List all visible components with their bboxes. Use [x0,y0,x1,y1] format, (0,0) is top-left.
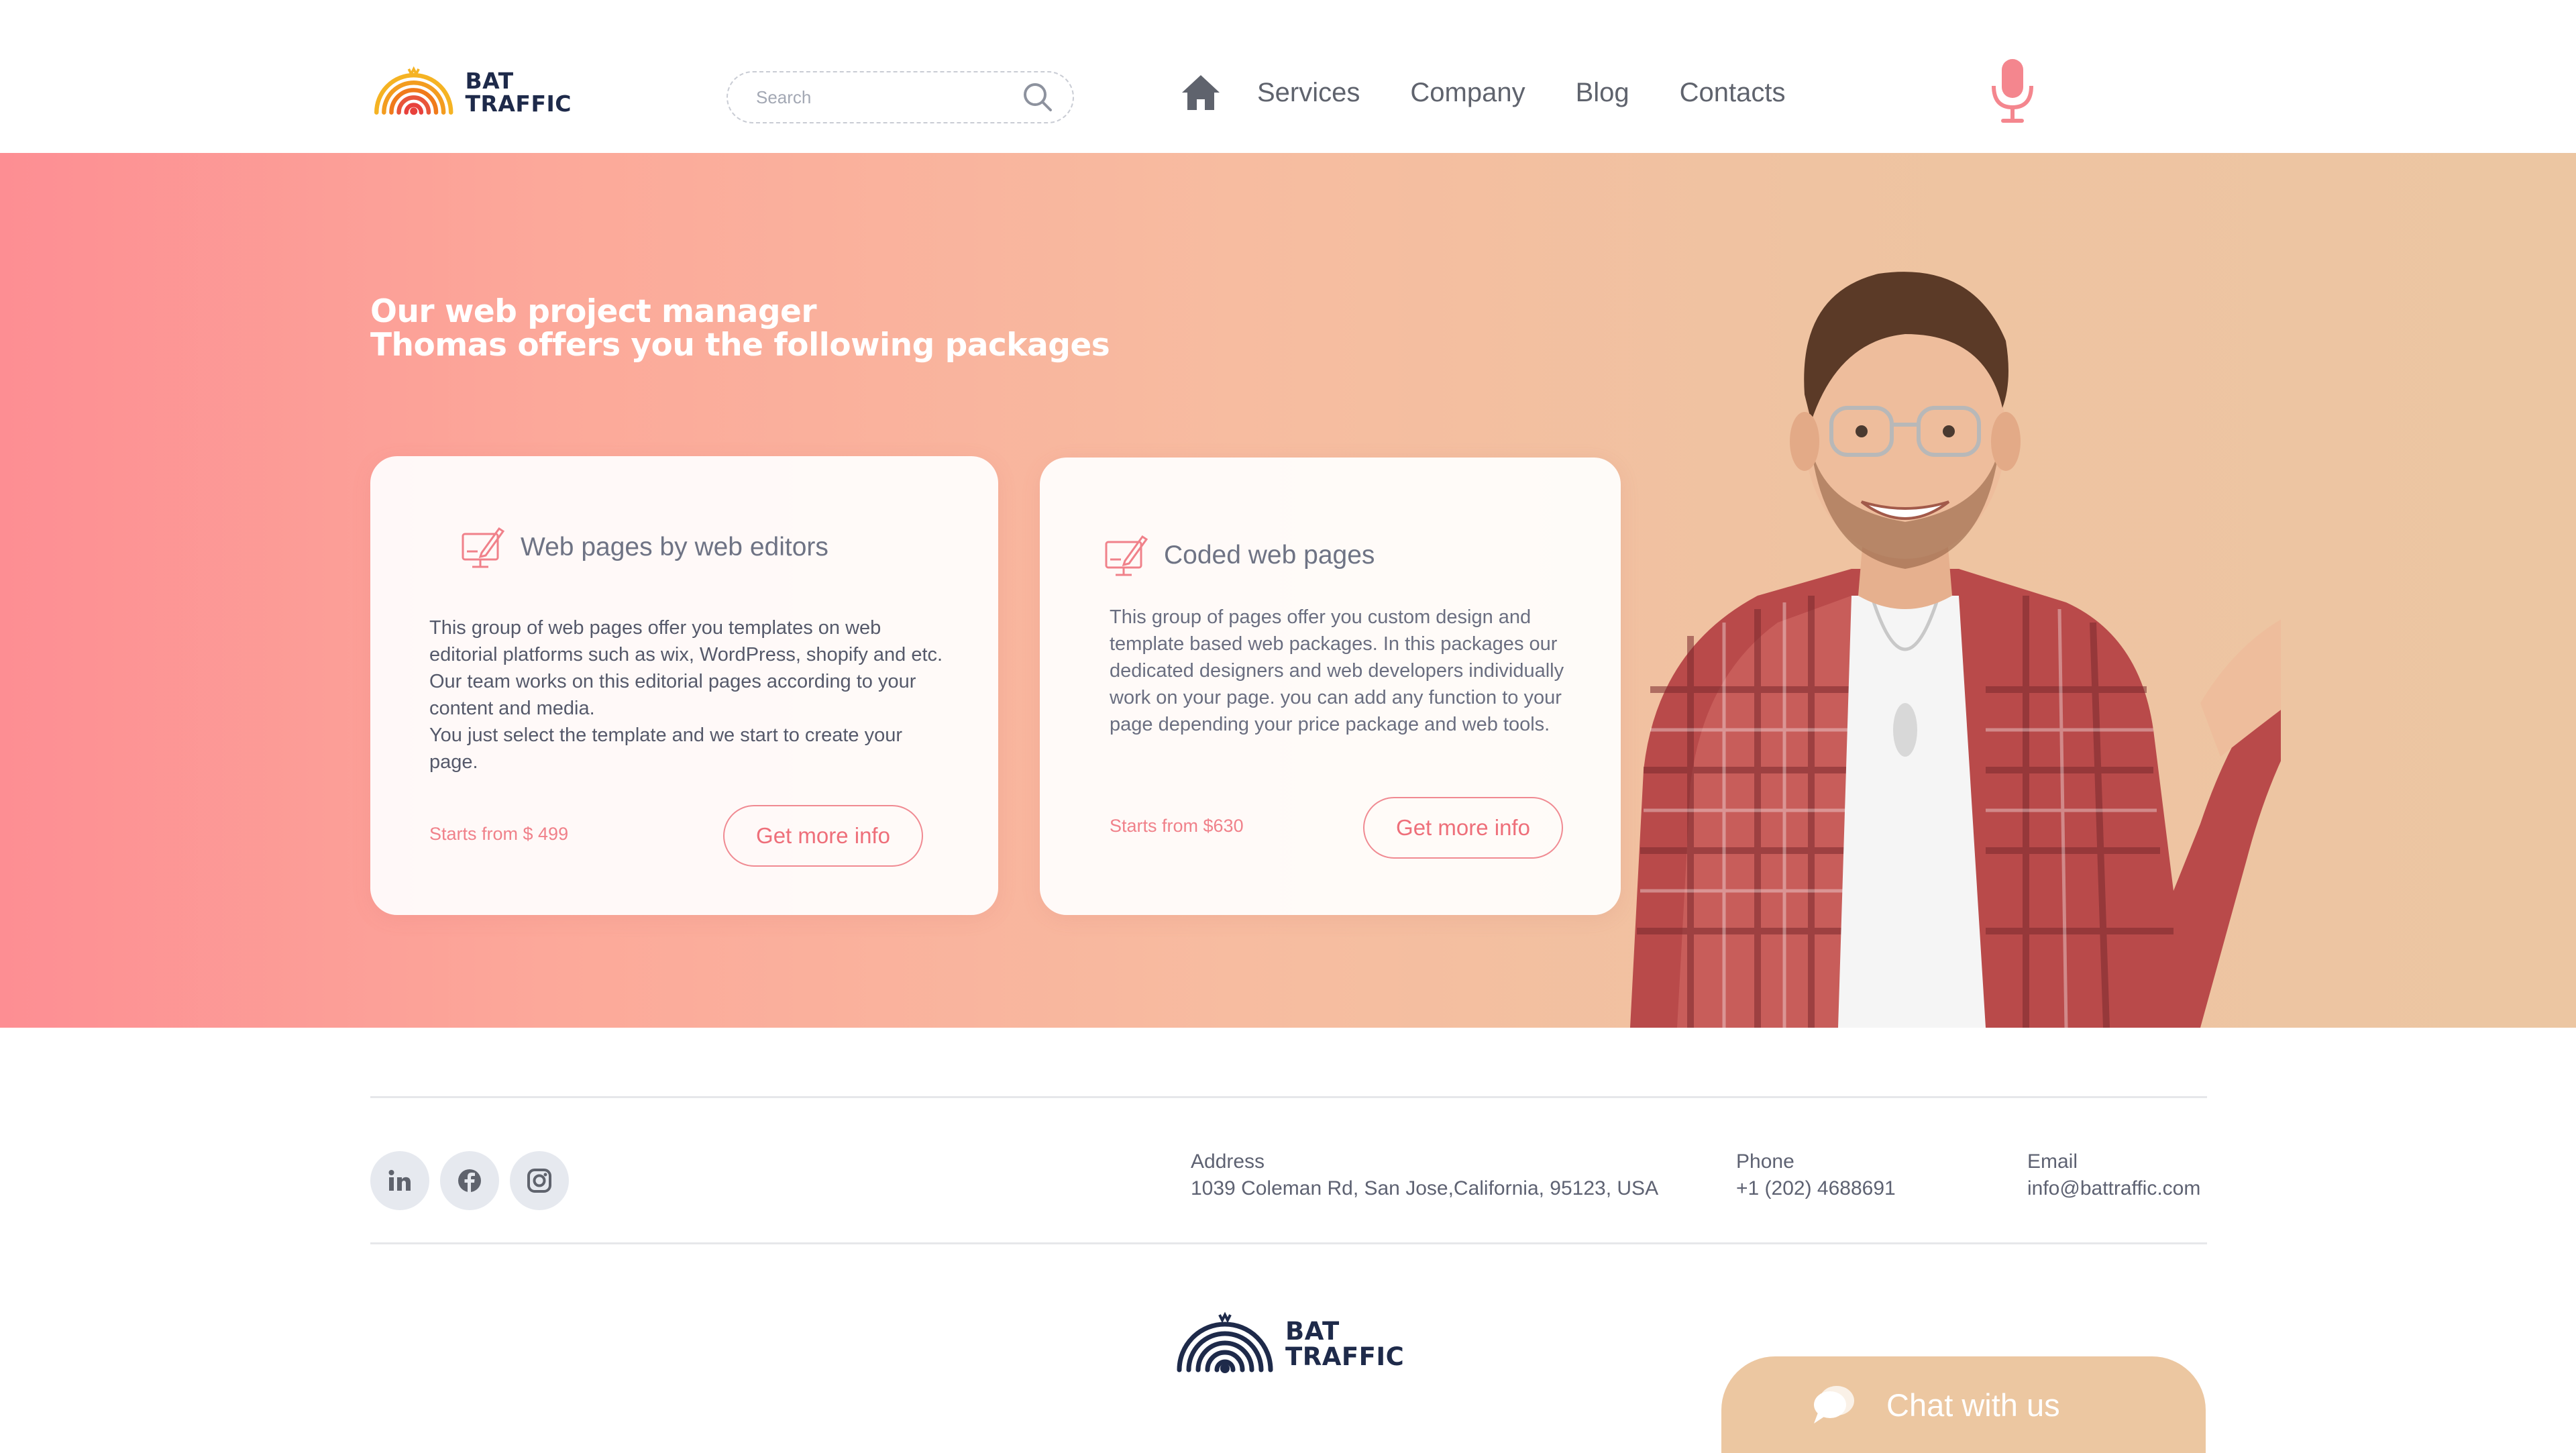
email-label: Email [2027,1150,2078,1173]
package-card-coded-pages: Coded web pages This group of pages offe… [1040,458,1621,915]
email-value[interactable]: info@battraffic.com [2027,1175,2200,1202]
nav-company[interactable]: Company [1410,78,1525,108]
linkedin-icon[interactable] [370,1151,429,1210]
logo-text: BAT TRAFFIC [1285,1319,1404,1370]
card-description: This group of web pages offer you templa… [429,614,953,775]
main-nav: Services Company Blog Contacts [1181,67,1836,118]
card-description-p2: You just select the template and we star… [429,724,902,773]
facebook-icon[interactable] [440,1151,499,1210]
footer-divider-top [370,1096,2207,1098]
chat-with-us-button[interactable]: Chat with us [1721,1356,2206,1453]
instagram-icon[interactable] [510,1151,569,1210]
address-block: Address 1039 Coleman Rd, San Jose,Califo… [1191,1148,1658,1202]
search-input[interactable] [756,87,1020,108]
hero-section: Our web project manager Thomas offers yo… [0,153,2576,1028]
logo-signal-icon [374,66,453,115]
logo-line2: TRAFFIC [1285,1342,1405,1371]
site-header: BAT TRAFFIC Services Company Blog Contac… [0,0,2576,153]
nav-services[interactable]: Services [1257,78,1360,108]
card-description-p1: This group of web pages offer you templa… [429,617,943,719]
logo-text: BAT TRAFFIC [465,70,572,115]
chat-bubble-icon [1814,1386,1854,1423]
phone-label: Phone [1736,1150,1794,1173]
brand-logo[interactable]: BAT TRAFFIC [370,62,572,123]
social-links [370,1151,580,1210]
phone-block: Phone +1 (202) 4688691 [1736,1148,1896,1202]
microphone-icon[interactable] [1986,58,2039,125]
email-block: Email info@battraffic.com [2027,1148,2200,1202]
get-more-info-button[interactable]: Get more info [723,805,923,867]
get-more-info-button[interactable]: Get more info [1363,797,1563,859]
search-box[interactable] [727,71,1074,123]
footer-logo[interactable]: BAT TRAFFIC [1173,1309,1404,1379]
nav-contacts[interactable]: Contacts [1680,78,1786,108]
search-icon[interactable] [1020,80,1055,115]
price-label: Starts from $630 [1110,816,1244,836]
logo-line2: TRAFFIC [465,91,572,117]
address-value: 1039 Coleman Rd, San Jose,California, 95… [1191,1177,1659,1199]
home-icon[interactable] [1181,71,1224,114]
chat-label: Chat with us [1886,1387,2060,1423]
card-header: Coded web pages [1104,533,1375,578]
card-title: Web pages by web editors [521,533,828,561]
price-label: Starts from $ 499 [429,824,569,844]
card-description: This group of pages offer you custom des… [1110,606,1564,735]
footer-divider-bottom [370,1242,2207,1244]
logo-line1: BAT [465,68,514,94]
desktop-design-icon [462,527,505,568]
package-card-web-editors: Web pages by web editors This group of w… [370,456,998,915]
card-title: Coded web pages [1164,541,1375,570]
hero-title-line1: Our web project manager [370,293,817,330]
card-header: Web pages by web editors [460,525,828,570]
hero-title-line2: Thomas offers you the following packages [370,327,1110,364]
logo-line1: BAT [1285,1317,1340,1346]
phone-value[interactable]: +1 (202) 4688691 [1736,1175,1896,1202]
address-label: Address [1191,1150,1265,1173]
desktop-design-icon [1105,535,1148,576]
logo-signal-icon [1177,1311,1273,1373]
nav-blog[interactable]: Blog [1576,78,1629,108]
hero-title: Our web project manager Thomas offers yo… [370,295,1175,362]
